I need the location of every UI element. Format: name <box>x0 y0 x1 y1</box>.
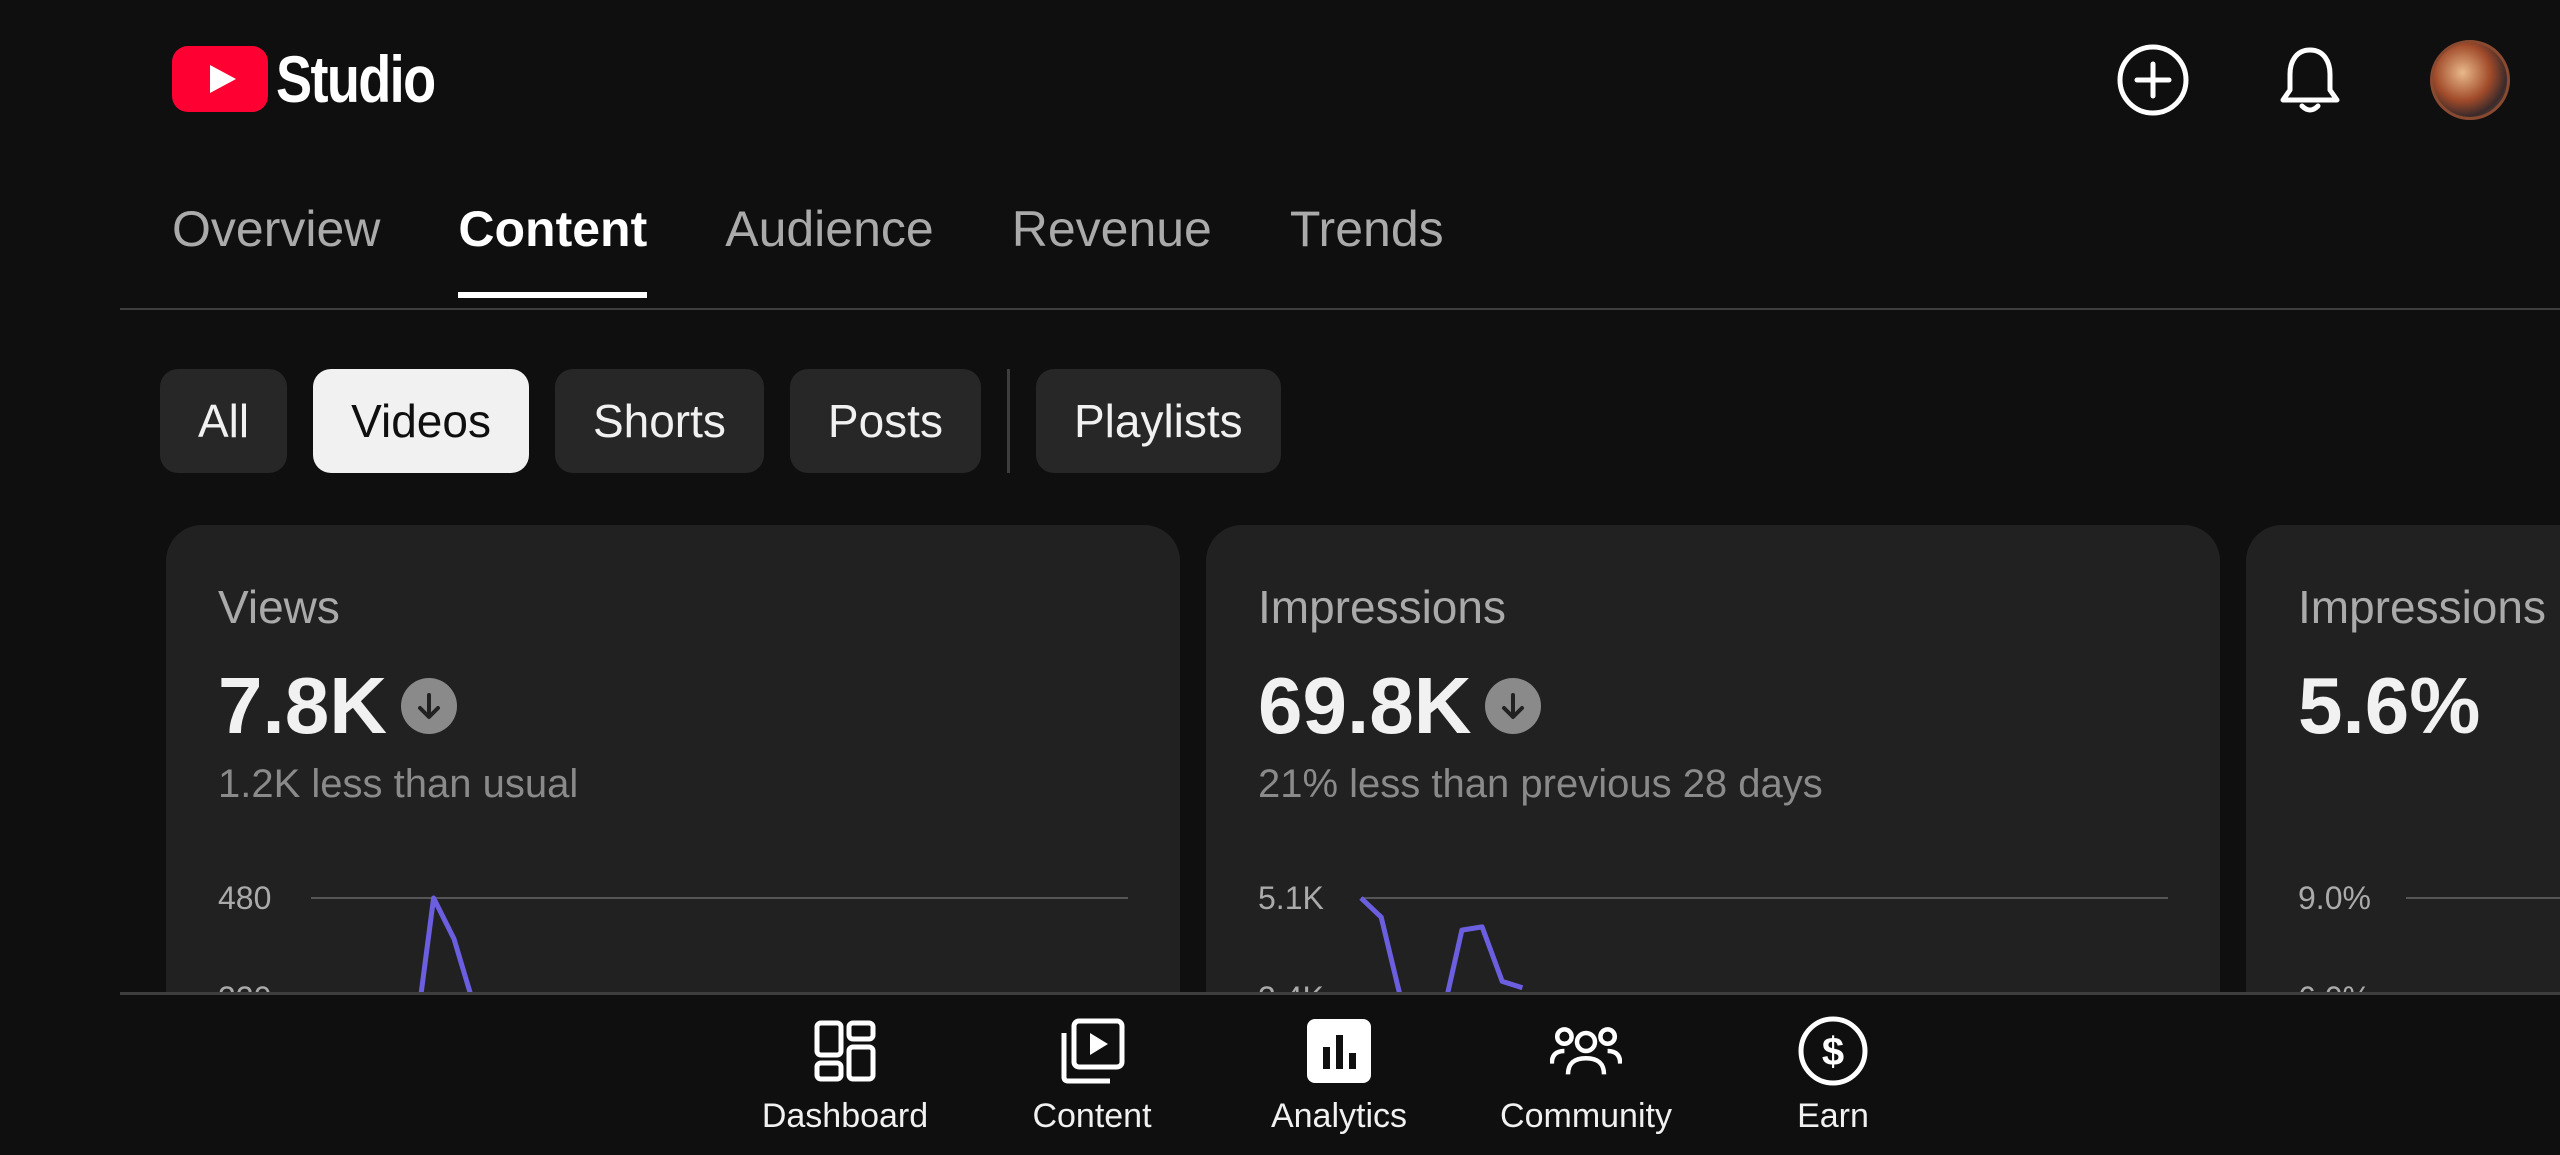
content-filter-chips: All Videos Shorts Posts Playlists <box>160 369 1307 473</box>
analytics-icon <box>1307 1019 1371 1083</box>
bell-icon <box>2280 47 2340 113</box>
tabs-divider <box>120 308 2560 310</box>
tab-audience[interactable]: Audience <box>725 200 934 298</box>
notifications-button[interactable] <box>2270 40 2350 120</box>
nav-label: Analytics <box>1270 1097 1408 1135</box>
create-button[interactable] <box>2113 40 2193 120</box>
chip-shorts[interactable]: Shorts <box>554 369 764 473</box>
chip-playlists[interactable]: Playlists <box>1035 369 1281 473</box>
avatar[interactable] <box>2430 40 2510 120</box>
nav-label: Dashboard <box>761 1097 929 1135</box>
nav-earn[interactable]: $ Earn <box>1733 995 1933 1155</box>
community-icon <box>1550 1027 1622 1075</box>
nav-analytics[interactable]: Analytics <box>1239 995 1439 1155</box>
top-bar: Studio <box>0 0 2560 160</box>
chip-all[interactable]: All <box>160 369 288 473</box>
analytics-tabs: Overview Content Audience Revenue Trends <box>172 200 1522 298</box>
bottom-nav: Dashboard Content Analytics Community $ … <box>0 995 2560 1155</box>
create-icon <box>2117 44 2189 116</box>
svg-text:$: $ <box>1822 1030 1844 1074</box>
chip-separator <box>1006 369 1010 473</box>
chip-videos[interactable]: Videos <box>313 369 529 473</box>
studio-logo[interactable]: Studio <box>172 42 469 116</box>
nav-dashboard[interactable]: Dashboard <box>745 995 945 1155</box>
content-icon <box>1061 1018 1125 1084</box>
dashboard-icon <box>814 1020 876 1082</box>
nav-label: Content <box>1032 1097 1152 1135</box>
tab-overview[interactable]: Overview <box>172 200 380 298</box>
tab-trends[interactable]: Trends <box>1290 200 1444 298</box>
nav-content[interactable]: Content <box>992 995 1192 1155</box>
nav-label: Earn <box>1797 1097 1869 1135</box>
tab-content[interactable]: Content <box>458 200 647 298</box>
studio-page: Studio Overview Content Audience Revenue… <box>0 0 2560 1155</box>
nav-community[interactable]: Community <box>1486 995 1686 1155</box>
logo-text: Studio <box>276 42 436 116</box>
nav-label: Community <box>1500 1097 1672 1135</box>
chip-posts[interactable]: Posts <box>789 369 981 473</box>
earn-icon: $ <box>1798 1016 1868 1086</box>
tab-revenue[interactable]: Revenue <box>1012 200 1212 298</box>
youtube-logo-icon <box>172 46 268 112</box>
